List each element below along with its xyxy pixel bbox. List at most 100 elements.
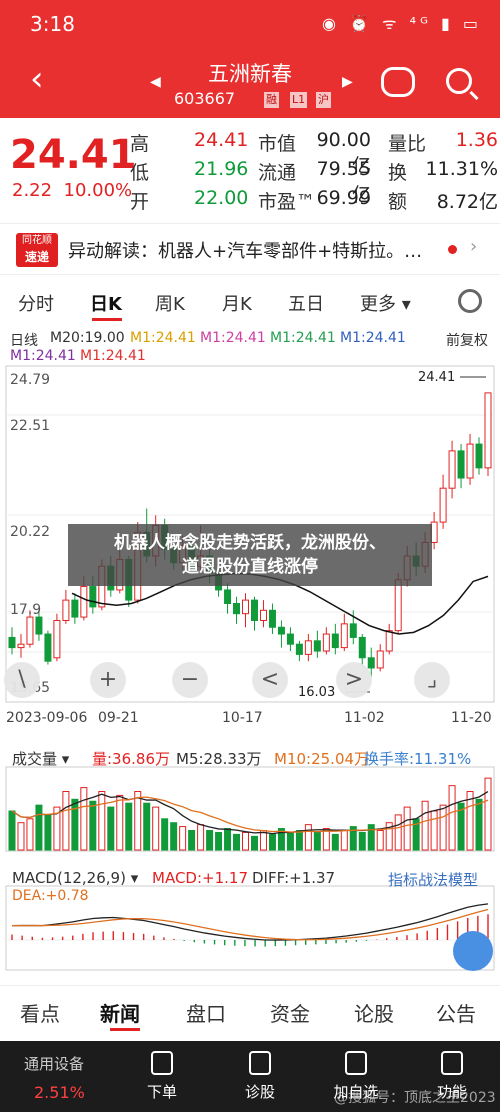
action-item[interactable]: 加自选	[326, 1081, 386, 1102]
volume-bar	[340, 830, 348, 851]
candle-body	[89, 586, 97, 608]
volume-legend-item: 换手率:11.31%	[364, 750, 472, 768]
volume-bar	[179, 826, 187, 851]
volume-legend-item: M5:28.33万	[176, 750, 262, 768]
price-tick: 17.9	[10, 602, 42, 618]
period-tab[interactable]: 五日	[288, 290, 324, 316]
candle-body	[80, 586, 88, 618]
volume-bar	[44, 814, 52, 851]
date-tick: 10-17	[222, 710, 263, 726]
volume-frame	[5, 766, 495, 852]
candle-body	[242, 599, 250, 615]
menu-icon	[441, 1051, 463, 1075]
quote-value: 11.31%	[425, 158, 498, 180]
candle-body	[259, 609, 267, 621]
date-tick: 11-02	[344, 710, 385, 726]
action-bar: 通用设备 2.51% @搜狐号：顶底之王2023 下单 诊股 加自选 功能	[0, 1041, 500, 1112]
content-tab[interactable]: 公告	[436, 998, 476, 1027]
zoom-control[interactable]: <	[252, 662, 288, 698]
high-annotation: 24.41	[418, 370, 456, 385]
macd-legend-item[interactable]: MACD(12,26,9) ▾	[12, 869, 138, 887]
macd-dea: DEA:+0.78	[12, 888, 89, 904]
diagnose-icon	[249, 1051, 271, 1075]
price-tick: 22.51	[10, 418, 51, 434]
volume-bar	[295, 830, 303, 851]
action-item[interactable]: 诊股	[230, 1081, 290, 1102]
content-tabs: 看点 新闻 盘口 资金 论股 公告	[0, 985, 500, 1035]
volume-legend-item: 量:36.86万	[92, 750, 170, 768]
content-tab[interactable]: 资金	[270, 998, 310, 1027]
period-tab[interactable]: 日K	[90, 290, 122, 316]
ma-legend-item: M1:24.41	[130, 330, 196, 346]
lightbulb-icon[interactable]	[453, 931, 493, 971]
volume-bar	[313, 831, 321, 851]
candle-body	[53, 619, 61, 659]
volume-legend-item[interactable]: 成交量 ▾	[12, 748, 69, 769]
ma-legend-item: M1:24.41	[270, 330, 336, 346]
quote-value: 69.99	[316, 187, 371, 209]
candle-body	[322, 633, 330, 652]
candle-body	[331, 633, 339, 649]
macd-legend-item: DIFF:+1.37	[252, 869, 336, 887]
candle-body	[35, 616, 43, 635]
quote-label: 低	[130, 162, 150, 184]
volume-legend-item: M10:25.04万	[274, 750, 370, 768]
quote-value: 24.41	[194, 129, 249, 151]
news-overlay[interactable]: 机器人概念股走势活跃，龙洲股份、 道恩股份直线涨停	[68, 524, 432, 586]
volume-bar	[143, 802, 151, 851]
zoom-control[interactable]: −	[172, 662, 208, 698]
volume-bar	[134, 791, 142, 851]
active-tab-indicator	[110, 1028, 140, 1031]
zoom-control[interactable]: >	[336, 662, 372, 698]
period-tab[interactable]: 月K	[222, 290, 252, 316]
volume-bar	[170, 822, 178, 851]
action-item[interactable]: 功能	[422, 1081, 482, 1102]
volume-bar	[26, 818, 34, 851]
candle-body	[71, 599, 79, 618]
volume-bar	[358, 831, 366, 851]
period-tab[interactable]: 更多 ▾	[360, 290, 411, 316]
volume-bar	[268, 833, 276, 851]
sector-name[interactable]: 通用设备	[24, 1053, 84, 1074]
content-tab[interactable]: 论股	[354, 998, 394, 1027]
quote-value: 22.00	[194, 187, 249, 209]
candle-body	[295, 643, 303, 655]
zoom-control[interactable]: \	[4, 662, 40, 698]
period-tab[interactable]: 分时	[18, 290, 54, 316]
candle-body	[277, 626, 285, 635]
candle-body	[457, 450, 465, 479]
volume-bar	[331, 833, 339, 851]
content-tab[interactable]: 盘口	[186, 998, 226, 1027]
candle-body	[376, 650, 384, 669]
overlay-line-1: 机器人概念股走势活跃，龙洲股份、	[114, 533, 386, 553]
volume-bar	[475, 798, 483, 851]
period-tab[interactable]: 周K	[155, 290, 185, 316]
volume-bar	[80, 787, 88, 851]
candle-body	[224, 589, 232, 605]
quote-label: 换	[388, 162, 408, 184]
candle-body	[26, 616, 34, 645]
candle-body	[268, 609, 276, 628]
date-tick: 09-21	[98, 710, 139, 726]
candle-body	[250, 599, 258, 621]
volume-bar	[98, 791, 106, 851]
candle-body	[44, 633, 52, 662]
order-icon	[151, 1051, 173, 1075]
price-tick: 20.22	[10, 524, 51, 540]
date-tick: 11-20	[451, 710, 492, 726]
zoom-control[interactable]: ⌟	[414, 662, 450, 698]
volume-bar	[233, 833, 241, 851]
indicator-model-link[interactable]: 指标战法模型	[388, 869, 478, 890]
action-item[interactable]: 下单	[132, 1081, 192, 1102]
volume-bar	[71, 798, 79, 851]
volume-bar	[304, 824, 312, 851]
quote-label: 额	[388, 191, 408, 213]
volume-bar	[286, 831, 294, 851]
candle-body	[286, 633, 294, 645]
content-tab[interactable]: 看点	[20, 998, 60, 1027]
zoom-control[interactable]: +	[90, 662, 126, 698]
overlay-line-2: 道恩股份直线涨停	[182, 557, 318, 577]
content-tab[interactable]: 新闻	[100, 998, 140, 1027]
volume-bar	[8, 810, 16, 851]
quote-label: 流通	[258, 162, 297, 184]
